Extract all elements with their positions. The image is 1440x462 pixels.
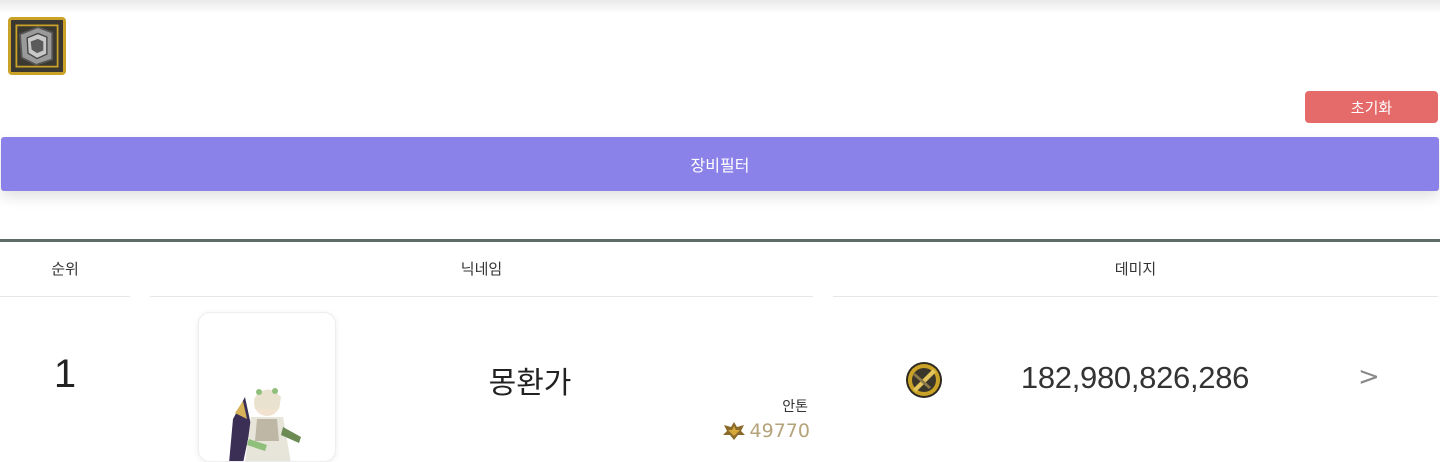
union-emblem-icon [722, 421, 746, 441]
damage-value: 182,980,826,286 [1020, 360, 1250, 395]
equipment-item-icon[interactable] [8, 17, 66, 75]
world-name: 안톤 [782, 399, 808, 415]
rank-header-underline [0, 296, 130, 297]
character-avatar[interactable] [198, 312, 336, 462]
damage-header-underline [833, 296, 1438, 297]
rank-header: 순위 [51, 260, 79, 278]
union-level: 49770 [722, 420, 810, 442]
reset-button[interactable]: 초기화 [1305, 91, 1438, 123]
nickname-header: 닉네임 [460, 260, 503, 278]
weapon-icon [905, 361, 943, 399]
top-shadow-bar [0, 0, 1440, 14]
union-level-value: 49770 [749, 420, 810, 442]
table-divider [0, 239, 1440, 242]
equipment-filter-button[interactable]: 장비필터 [1, 137, 1439, 191]
rank-value: 1 [53, 352, 77, 396]
damage-header: 데미지 [1114, 260, 1157, 278]
chevron-right-icon[interactable]: > [1358, 362, 1380, 392]
nickname-header-underline [150, 296, 813, 297]
nickname[interactable]: 몽환가 [440, 358, 620, 402]
